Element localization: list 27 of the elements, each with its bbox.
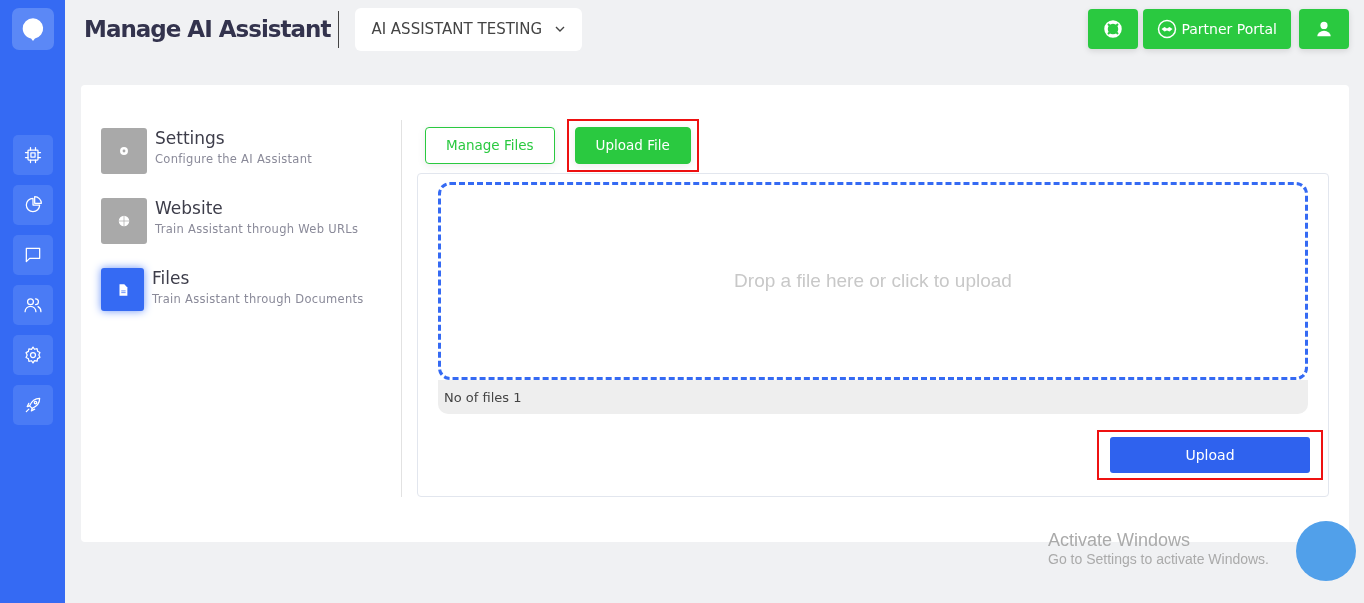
menu-item-description: Configure the AI Assistant [155, 152, 313, 166]
rocket-icon[interactable] [12, 385, 53, 425]
handshake-icon [1157, 19, 1178, 39]
settings-icon[interactable] [12, 335, 53, 375]
activation-notice-text: Go to Settings to activate Windows. [1048, 551, 1269, 567]
menu-item-description: Train Assistant through Web URLs [155, 222, 359, 236]
assistant-dropdown[interactable]: AI ASSISTANT TESTING [355, 7, 583, 51]
lifebuoy-icon [1103, 19, 1124, 39]
chat-launcher-button[interactable] [1296, 521, 1356, 581]
menu-item-description: Train Assistant through Documents [152, 292, 364, 306]
menu-item-title[interactable]: Settings [155, 128, 313, 148]
chat-bubble-icon[interactable] [12, 235, 53, 275]
upload-button[interactable]: Upload [1110, 437, 1310, 473]
menu-item-title[interactable]: Files [152, 268, 364, 288]
user-icon [1315, 20, 1333, 38]
activation-notice-title: Activate Windows [1048, 530, 1192, 551]
logo-icon[interactable] [11, 8, 54, 50]
document-icon[interactable] [101, 268, 144, 311]
page-title: Manage AI Assistant [84, 16, 331, 42]
menu-item-title[interactable]: Website [155, 198, 359, 218]
user-button[interactable] [1299, 9, 1349, 49]
help-button[interactable] [1088, 9, 1139, 49]
chip-icon[interactable] [12, 135, 53, 175]
users-icon[interactable] [12, 285, 53, 325]
pie-chart-icon[interactable] [12, 185, 53, 225]
globe-icon[interactable] [101, 198, 147, 244]
file-count: No of files 1 [444, 389, 522, 405]
